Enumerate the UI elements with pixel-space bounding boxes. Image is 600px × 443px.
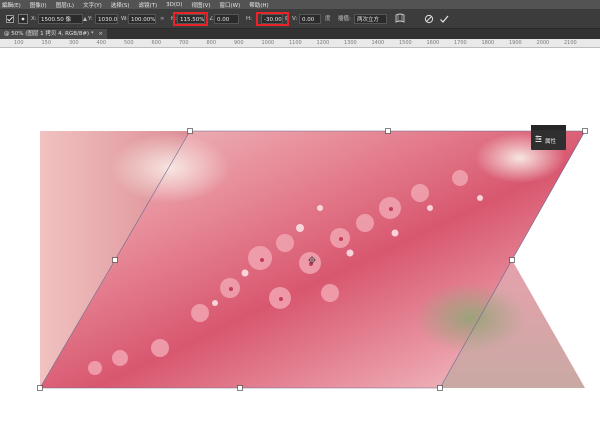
ruler-tick-label: 400 [96, 40, 107, 46]
width-field[interactable]: 100.00% [128, 14, 156, 24]
panel-header [531, 125, 566, 130]
transform-handle-top-center [385, 128, 391, 134]
horizontal-ruler: 100 150 300 400 500 600 700 800 900 1000 1100 1200 1… [0, 39, 600, 48]
ruler-tick-label: 1100 [289, 40, 302, 46]
commit-transform-icon[interactable] [439, 14, 449, 24]
v-label: V: [292, 16, 298, 22]
ruler-tick-label: 900 [234, 40, 244, 46]
checkbox-icon[interactable] [6, 15, 14, 23]
ruler-tick-label: 300 [69, 40, 79, 46]
y-position-field[interactable]: 1030.00 像 [95, 14, 118, 24]
ruler-tick-label: 150 [41, 40, 52, 46]
height-highlight-box [173, 12, 208, 26]
menu-item-help[interactable]: 帮助(H) [249, 1, 268, 9]
ruler-tick-label: 1200 [316, 40, 330, 46]
transform-handle-bottom-center [237, 385, 243, 391]
menu-item-image[interactable]: 图像(I) [30, 1, 47, 9]
transform-handle-bottom-left [37, 385, 43, 391]
menu-item-select[interactable]: 选择(S) [111, 1, 130, 9]
properties-panel[interactable]: 属性 [531, 125, 566, 150]
menu-item-filter[interactable]: 滤镜(T) [139, 1, 158, 9]
cancel-transform-icon[interactable] [424, 14, 434, 24]
vertical-skew-unit-icon: 度 [325, 16, 331, 22]
ruler-tick-label: 500 [124, 40, 134, 46]
menu-item-type[interactable]: 文字(Y) [83, 1, 102, 9]
ruler-tick-label: 1500 [399, 40, 412, 46]
x-position-field[interactable]: 1500.50 像 [38, 14, 83, 24]
ruler-tick-label: 800 [206, 40, 217, 46]
transform-handle-bottom-right [437, 385, 443, 391]
transformed-image[interactable] [0, 48, 600, 443]
canvas[interactable]: 属性 [0, 48, 600, 443]
menu-item-window[interactable]: 窗口(W) [220, 1, 241, 9]
interpolation-select[interactable]: 两次立方 [354, 14, 387, 24]
menu-item-layer[interactable]: 图层(L) [56, 1, 74, 9]
skew-highlight-box [256, 12, 289, 26]
ruler-tick-label: 1000 [261, 40, 275, 46]
transform-options-bar: X: 1500.50 像 Y: 1030.00 像 W: 100.00% ∞ H… [0, 9, 600, 29]
interpolation-label: 插值: [338, 16, 351, 22]
ruler-tick-label: 1600 [426, 40, 440, 46]
properties-label: 属性 [545, 139, 557, 145]
warp-mode-icon[interactable] [395, 13, 405, 24]
transform-handle-middle-left [112, 257, 118, 263]
ruler-tick-label: 2000 [536, 40, 550, 46]
transform-handle-top-right [582, 128, 588, 134]
ruler-tick-label: 2100 [564, 40, 577, 46]
delta-icon [83, 17, 87, 21]
w-label: W: [121, 16, 128, 22]
properties-icon [535, 135, 542, 142]
transform-handle-top-left [187, 128, 193, 134]
ruler-tick-label: 1700 [454, 40, 467, 46]
document-tab-title: @ 50% (图层 1 拷贝 4, RGB/8#) * [4, 31, 94, 37]
document-tab-bar: @ 50% (图层 1 拷贝 4, RGB/8#) * × [0, 29, 600, 39]
ruler-tick-label: 700 [179, 40, 189, 46]
menu-item-view[interactable]: 视图(V) [191, 1, 210, 9]
ruler-tick-label: 600 [151, 40, 162, 46]
ruler-tick-label: 1300 [344, 40, 357, 46]
menu-item-edit[interactable]: 編輯(E) [2, 1, 21, 9]
ruler-tick-label: 1900 [509, 40, 522, 46]
ruler-tick-label: 100 [14, 40, 24, 46]
vertical-skew-field[interactable]: 0.00 [299, 14, 321, 24]
close-icon[interactable]: × [98, 31, 103, 37]
transform-handle-middle-right [509, 257, 515, 263]
ruler-tick-label: 1400 [371, 40, 385, 46]
menu-bar: 編輯(E) 图像(I) 图层(L) 文字(Y) 选择(S) 滤镜(T) 3D(D… [0, 0, 600, 9]
x-label: X: [31, 16, 37, 22]
horizontal-skew-label: H: [246, 16, 252, 22]
document-tab[interactable]: @ 50% (图层 1 拷贝 4, RGB/8#) * × [0, 29, 107, 39]
link-icon[interactable]: ∞ [160, 14, 165, 24]
angle-field[interactable]: 0.00 [214, 14, 239, 24]
bokeh-area [110, 133, 230, 203]
green-leaf-area [415, 283, 525, 353]
y-label: Y: [88, 16, 93, 22]
ruler-tick-label: 1800 [481, 40, 495, 46]
reference-point-icon[interactable] [18, 14, 28, 24]
menu-item-3d[interactable]: 3D(D) [166, 2, 182, 8]
